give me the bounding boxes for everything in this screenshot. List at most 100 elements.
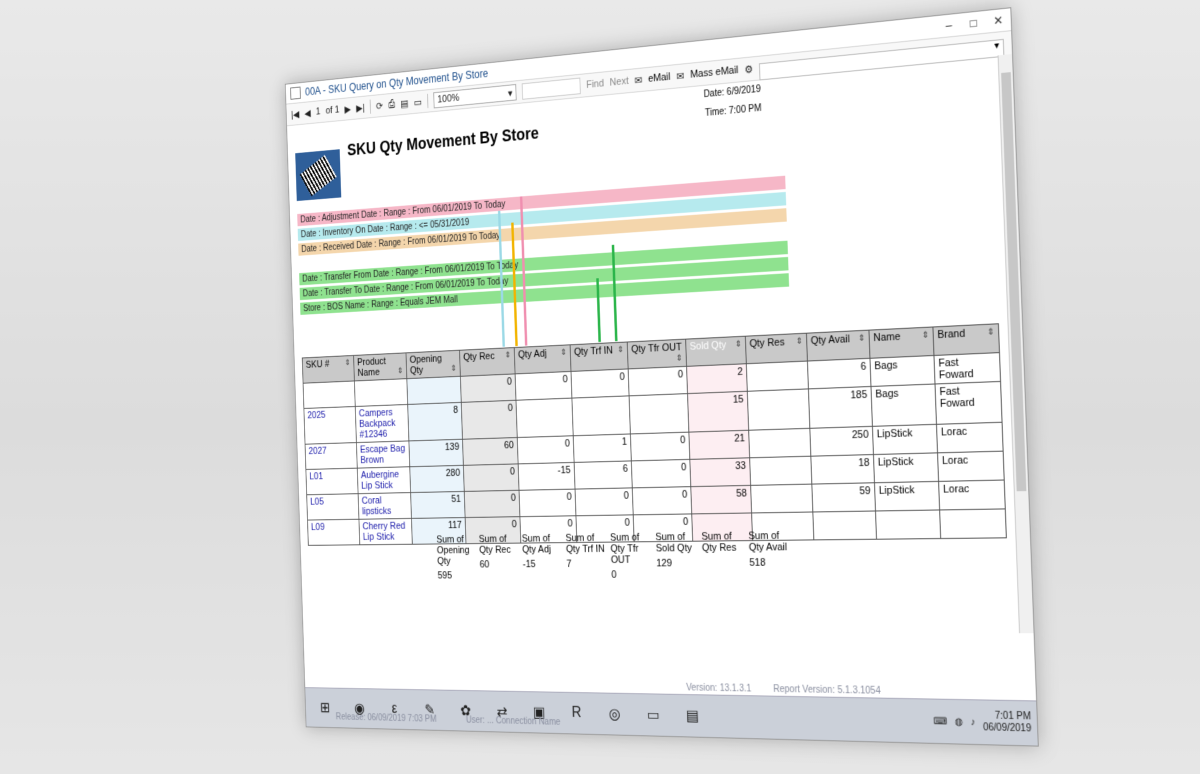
maximize-button[interactable]: □ [961, 15, 986, 31]
page-count: of 1 [325, 104, 339, 116]
sort-icon[interactable]: ⇕ [858, 333, 865, 344]
report-app-icon[interactable]: R [561, 698, 592, 728]
col-opening[interactable]: Opening Qty ⇕ [406, 350, 460, 378]
page-setup-icon[interactable]: ▤ [400, 97, 408, 109]
cell-product[interactable]: Coral lipsticks [358, 493, 411, 520]
zoom-select[interactable]: 100% ▾ [433, 84, 516, 108]
col-trf-in[interactable]: Qty Trf IN ⇕ [570, 342, 628, 371]
network-icon[interactable]: ◍ [954, 716, 963, 727]
barcode-icon [300, 155, 337, 196]
cell-tfr-out [629, 394, 689, 434]
sort-icon[interactable]: ⇕ [560, 347, 567, 357]
cell-adj [516, 398, 573, 437]
cell-tfr-out: 0 [628, 366, 687, 396]
cell-rec: 0 [460, 374, 516, 402]
first-page-icon[interactable]: |◀ [291, 108, 300, 120]
find-input[interactable] [522, 78, 581, 100]
toolbar-divider [427, 94, 428, 108]
col-sold-label: Sold Qty [690, 340, 727, 353]
find-button[interactable]: Find [586, 78, 604, 91]
clock-date: 06/09/2019 [983, 722, 1032, 735]
sum-label: Sum of Qty Avail [748, 530, 797, 553]
sort-icon[interactable]: ⇕ [451, 363, 457, 373]
cell-product[interactable] [354, 379, 407, 407]
clock-time: 7:01 PM [982, 710, 1031, 723]
sum-label: Sum of Qty Tfr OUT [610, 532, 656, 566]
col-tfr-out[interactable]: Qty Tfr OUT ⇕ [627, 339, 686, 369]
col-opening-label: Opening Qty [410, 353, 443, 376]
scroll-thumb[interactable] [1001, 72, 1026, 491]
col-name[interactable]: Name ⇕ [869, 327, 934, 358]
email-icon: ✉ [634, 74, 642, 87]
cell-trf-in: 0 [571, 369, 629, 398]
volume-icon[interactable]: ♪ [970, 717, 975, 728]
col-adj[interactable]: Qty Adj ⇕ [514, 345, 571, 374]
refresh-icon[interactable]: ⟳ [376, 100, 383, 112]
sort-icon[interactable]: ⇕ [922, 330, 929, 341]
cell-avail: 250 [810, 426, 874, 456]
cell-trf-in: 1 [573, 434, 631, 462]
col-brand-label: Brand [937, 328, 965, 341]
next-button[interactable]: Next [610, 75, 629, 88]
sum-label: Sum of Qty Adj [522, 533, 567, 555]
cell-res [751, 484, 813, 513]
cell-sku[interactable]: L05 [307, 494, 359, 520]
cell-sku[interactable]: 2027 [305, 443, 357, 470]
cell-trf-in: 6 [574, 461, 632, 489]
cell-product[interactable]: Cherry Red Lip Stick [359, 518, 412, 544]
col-rec[interactable]: Qty Rec ⇕ [460, 348, 516, 377]
document-icon[interactable]: ▤ [676, 700, 708, 731]
cell-tfr-out: 0 [630, 432, 689, 461]
status-report-version: Report Version: 5.1.3.1054 [773, 684, 881, 696]
cell-product[interactable]: Aubergine Lip Stick [357, 467, 410, 494]
sort-icon[interactable]: ⇕ [735, 339, 742, 350]
col-product[interactable]: Product Name ⇕ [354, 353, 407, 381]
start-icon[interactable]: ⊞ [311, 693, 339, 722]
report-time: Time: 7:00 PM [705, 103, 762, 119]
col-sold[interactable]: Sold Qty ⇕ [686, 336, 747, 366]
cell-trf-in: 0 [575, 488, 633, 516]
export-icon[interactable]: ▭ [414, 96, 422, 108]
cell-sku[interactable] [303, 381, 355, 409]
col-res[interactable]: Qty Res ⇕ [745, 333, 807, 364]
prev-page-icon[interactable]: ◀ [304, 107, 311, 119]
cell-sold: 2 [687, 364, 748, 394]
keyboard-icon[interactable]: ⌨ [933, 716, 947, 727]
sum-opening: Sum of Opening Qty 595 [436, 534, 480, 581]
cell-sku[interactable]: 2025 [304, 406, 357, 444]
cell-opening: 8 [408, 402, 463, 441]
cell-rec: 0 [464, 490, 520, 517]
cell-sku[interactable]: L09 [308, 519, 360, 545]
screen-stage: 00A - SKU Query on Qty Movement By Store… [285, 7, 1039, 746]
clock[interactable]: 7:01 PM 06/09/2019 [982, 710, 1031, 735]
col-avail[interactable]: Qty Avail ⇕ [806, 330, 870, 361]
pos-app-icon[interactable]: ◎ [599, 699, 630, 729]
sort-icon[interactable]: ⇕ [345, 358, 351, 368]
print-icon[interactable]: ⎙ [388, 98, 395, 110]
cell-brand: Lorac [939, 480, 1006, 510]
next-page-icon[interactable]: ▶ [344, 103, 351, 115]
plugins-icon: ⚙ [744, 63, 753, 76]
mass-email-button[interactable]: Mass eMail [690, 64, 739, 80]
cell-product[interactable]: Campers Backpack #12346 [355, 404, 409, 442]
cell-rec: 0 [463, 464, 519, 492]
sum-label: Sum of Qty Rec [479, 533, 523, 555]
sort-icon[interactable]: ⇕ [617, 345, 624, 355]
window-icon[interactable]: ▭ [637, 700, 668, 731]
sort-icon[interactable]: ⇕ [505, 350, 511, 360]
cell-tfr-out: 0 [631, 459, 690, 488]
cell-sku[interactable]: L01 [306, 468, 358, 495]
sort-icon[interactable]: ⇕ [676, 353, 683, 364]
sort-icon[interactable]: ⇕ [796, 336, 803, 347]
col-brand[interactable]: Brand ⇕ [933, 324, 1000, 356]
page-number-input[interactable]: 1 [316, 106, 321, 117]
last-page-icon[interactable]: ▶| [356, 101, 365, 113]
cell-brand [940, 509, 1007, 539]
minimize-button[interactable]: – [936, 17, 961, 33]
sort-icon[interactable]: ⇕ [397, 366, 403, 376]
email-button[interactable]: eMail [648, 71, 671, 84]
cell-product[interactable]: Escape Bag Brown [356, 441, 409, 468]
col-sku[interactable]: SKU # ⇕ [302, 355, 354, 383]
sort-icon[interactable]: ⇕ [987, 326, 995, 337]
close-button[interactable]: ✕ [986, 12, 1011, 28]
